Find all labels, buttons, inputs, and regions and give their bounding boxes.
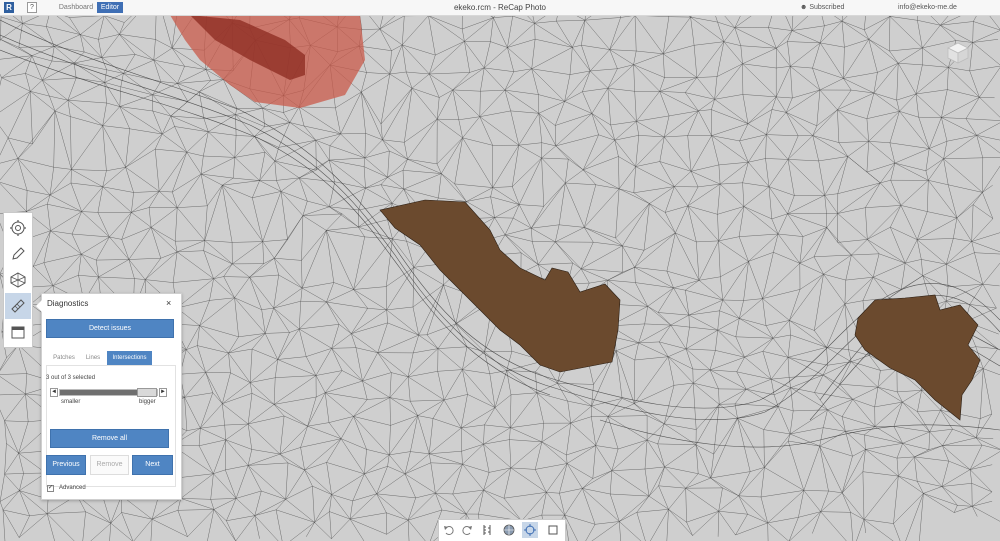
user-email[interactable]: info@ekeko-me.de	[898, 0, 957, 15]
redo-button[interactable]	[459, 522, 475, 538]
tab-editor[interactable]: Editor	[97, 2, 123, 13]
issue-tabs: Patches Lines Intersections	[46, 351, 176, 365]
ruler-icon	[483, 525, 491, 535]
redo-icon	[462, 526, 472, 535]
pencil-tool[interactable]	[5, 241, 31, 267]
person-icon: ☻	[800, 4, 808, 11]
frame-tool[interactable]	[5, 319, 31, 345]
diagnostics-panel: Diagnostics × Detect issues Patches Line…	[36, 293, 182, 500]
slider-thumb[interactable]	[137, 388, 157, 397]
previous-button[interactable]: Previous	[46, 455, 86, 475]
window-title: ekeko.rcm - ReCap Photo	[453, 3, 547, 12]
help-button[interactable]: ?	[27, 2, 37, 13]
app-logo: R	[4, 2, 14, 13]
tab-patches[interactable]: Patches	[49, 351, 79, 365]
top-bar: R ? Dashboard Editor ekeko.rcm - ReCap P…	[0, 0, 1000, 16]
tab-intersections[interactable]: Intersections	[107, 351, 152, 365]
tab-dashboard[interactable]: Dashboard	[56, 2, 96, 13]
undo-icon	[444, 526, 454, 535]
diagnostics-tool[interactable]	[5, 293, 31, 319]
settings-icon	[10, 220, 26, 236]
left-toolbar	[3, 212, 33, 348]
viewcube-icon[interactable]	[945, 40, 971, 66]
mesh-icon	[10, 272, 26, 288]
settings-tool[interactable]	[5, 215, 31, 241]
tab-lines[interactable]: Lines	[82, 351, 104, 365]
panel-title: Diagnostics	[47, 299, 89, 308]
slider-max-label: bigger	[139, 399, 156, 405]
detect-issues-button[interactable]: Detect issues	[46, 319, 174, 338]
pencil-icon	[12, 247, 25, 260]
next-button[interactable]: Next	[132, 455, 173, 475]
advanced-label: Advanced	[59, 485, 86, 491]
measure-button[interactable]	[479, 522, 495, 538]
undo-button[interactable]	[441, 522, 457, 538]
subscription-status[interactable]: ☻ Subscribed	[800, 0, 844, 15]
crop-icon	[548, 525, 558, 535]
shading-button[interactable]	[501, 522, 517, 538]
close-icon[interactable]: ×	[166, 298, 171, 308]
slider-fill	[60, 390, 147, 395]
bottom-toolbar	[438, 519, 566, 541]
slider-increase-button[interactable]: ►	[159, 388, 167, 397]
orbit-button[interactable]	[522, 522, 538, 538]
slider-min-label: smaller	[61, 399, 81, 405]
shading-icon	[503, 524, 515, 536]
crop-button[interactable]	[545, 522, 561, 538]
orbit-icon	[524, 524, 536, 536]
remove-all-button[interactable]: Remove all	[50, 429, 169, 448]
advanced-checkbox[interactable]: ✓	[47, 485, 54, 492]
frame-icon	[11, 326, 25, 339]
slider-decrease-button[interactable]: ◄	[50, 388, 58, 397]
selection-count: 3 out of 3 selected	[46, 375, 96, 381]
diagnostics-icon	[11, 299, 25, 313]
remove-button[interactable]: Remove	[90, 455, 129, 475]
subscription-label: Subscribed	[809, 4, 845, 11]
mesh-tool[interactable]	[5, 267, 31, 293]
size-slider[interactable]	[59, 388, 158, 397]
